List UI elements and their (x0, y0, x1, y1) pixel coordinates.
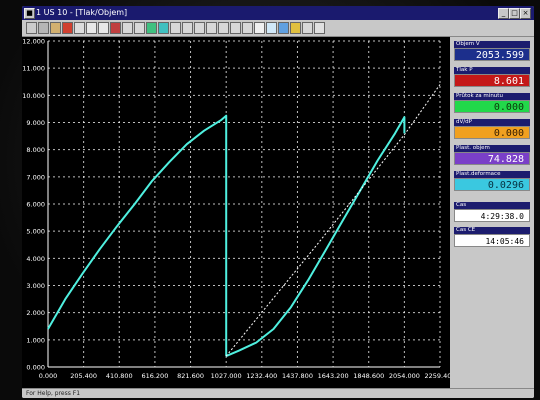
readout-label: Cas (454, 202, 530, 209)
close-button[interactable]: × (520, 8, 531, 19)
readout-4: Plast. objem 74.828 (454, 145, 530, 165)
readout-6: Cas 4:29:38.0 (454, 202, 530, 222)
help-icon[interactable] (314, 22, 325, 34)
readout-label: dV/dP (454, 119, 530, 126)
series-line-reloading (225, 116, 406, 358)
page-icon[interactable] (86, 22, 97, 34)
toolbar (22, 20, 534, 37)
readout-5: Plast.deformace 0.0296 (454, 171, 530, 191)
readout-panel: Objem V 2053.599 Tlak P 8.601 Průtok za minu… (450, 37, 534, 388)
readout-value: 14:05:46 (454, 234, 530, 247)
y-tick-label: 7.000 (26, 173, 45, 181)
status-bar: For Help, press F1 (22, 388, 534, 398)
x-tick-label: 821.600 (177, 372, 204, 380)
y-tick-label: 11.000 (22, 65, 45, 73)
record-icon[interactable] (62, 22, 73, 34)
chart-svg: 0.000 1.000 2.000 3.000 4.000 5.000 6.000 7.000… (22, 38, 455, 381)
y-tick-label: 4.000 (26, 255, 45, 263)
title-bar: ■ 1 US 10 - [Tlak/Objem] _ □ × (22, 6, 534, 20)
chart-icon[interactable] (170, 22, 181, 34)
readout-value: 0.000 (454, 126, 530, 139)
readout-label: Plast.deformace (454, 171, 530, 178)
y-tick-label: 5.000 (26, 228, 45, 236)
readout-7: Cas CE 14:05:46 (454, 227, 530, 247)
readout-label: Průtok za minutu (454, 93, 530, 100)
x-tick-label: 1848.600 (353, 372, 384, 380)
series-line-loading (47, 114, 228, 357)
y-tick-label: 0.000 (26, 364, 45, 372)
readout-2: Průtok za minutu 0.000 (454, 93, 530, 113)
x-tick-label: 1027.000 (211, 372, 242, 380)
key-icon[interactable] (290, 22, 301, 34)
chart-cyan-icon[interactable] (158, 22, 169, 34)
save-icon[interactable] (50, 22, 61, 34)
y-tick-label: 10.000 (22, 92, 45, 100)
maximize-button[interactable]: □ (509, 8, 520, 19)
x-tick-label: 205.400 (70, 372, 97, 380)
x-tick-label: 616.200 (141, 372, 168, 380)
x-tick-label: 1643.200 (318, 372, 349, 380)
x-tick-label: 2054.000 (389, 372, 420, 380)
zoom-icon[interactable] (182, 22, 193, 34)
y-tick-label: 6.000 (26, 201, 45, 209)
window-icon[interactable] (242, 22, 253, 34)
chart-green-icon[interactable] (146, 22, 157, 34)
copy-icon[interactable] (98, 22, 109, 34)
readout-value: 74.828 (454, 152, 530, 165)
readout-3: dV/dP 0.000 (454, 119, 530, 139)
reference-line (225, 84, 441, 357)
x-tick-label: 1437.800 (282, 372, 313, 380)
stop-icon[interactable] (110, 22, 121, 34)
pen-icon[interactable] (302, 22, 313, 34)
status-text: For Help, press F1 (26, 390, 81, 397)
readout-value: 4:29:38.0 (454, 209, 530, 222)
measure-icon[interactable] (206, 22, 217, 34)
layout-icon[interactable] (230, 22, 241, 34)
x-tick-label: 1232.400 (246, 372, 277, 380)
x-tick-label: 0.000 (39, 372, 58, 380)
y-tick-label: 1.000 (26, 336, 45, 344)
window-title: 1 US 10 - [Tlak/Objem] (36, 8, 128, 17)
new-file-icon[interactable] (26, 22, 37, 34)
x-tick-label: 2259.400 (424, 372, 450, 380)
readout-label: Objem V (454, 41, 530, 48)
y-tick-label: 8.000 (26, 146, 45, 154)
y-tick-label: 2.000 (26, 309, 45, 317)
readout-value: 0.000 (454, 100, 530, 113)
y-tick-label: 9.000 (26, 119, 45, 127)
x-tick-label: 410.800 (106, 372, 133, 380)
readout-label: Plast. objem (454, 145, 530, 152)
application-window: ■ 1 US 10 - [Tlak/Objem] _ □ × 0.000 1.00… (22, 6, 534, 398)
grid-icon[interactable] (134, 22, 145, 34)
pressure-volume-chart: 0.000 1.000 2.000 3.000 4.000 5.000 6.000 7.000… (22, 37, 456, 388)
app-menu-icon[interactable]: ■ (24, 8, 35, 19)
readout-value: 2053.599 (454, 48, 530, 61)
cursor-icon[interactable] (266, 22, 277, 34)
readout-value: 0.0296 (454, 178, 530, 191)
y-tick-label: 3.000 (26, 282, 45, 290)
blank-icon[interactable] (254, 22, 265, 34)
readout-label: Cas CE (454, 227, 530, 234)
pan-icon[interactable] (194, 22, 205, 34)
readout-1: Tlak P 8.601 (454, 67, 530, 87)
readout-value: 8.601 (454, 74, 530, 87)
readout-label: Tlak P (454, 67, 530, 74)
print-icon[interactable] (74, 22, 85, 34)
table-icon[interactable] (122, 22, 133, 34)
readout-0: Objem V 2053.599 (454, 41, 530, 61)
minimize-button[interactable]: _ (498, 8, 509, 19)
settings-icon[interactable] (218, 22, 229, 34)
y-tick-label: 12.000 (22, 38, 45, 46)
open-file-icon[interactable] (38, 22, 49, 34)
globe-icon[interactable] (278, 22, 289, 34)
